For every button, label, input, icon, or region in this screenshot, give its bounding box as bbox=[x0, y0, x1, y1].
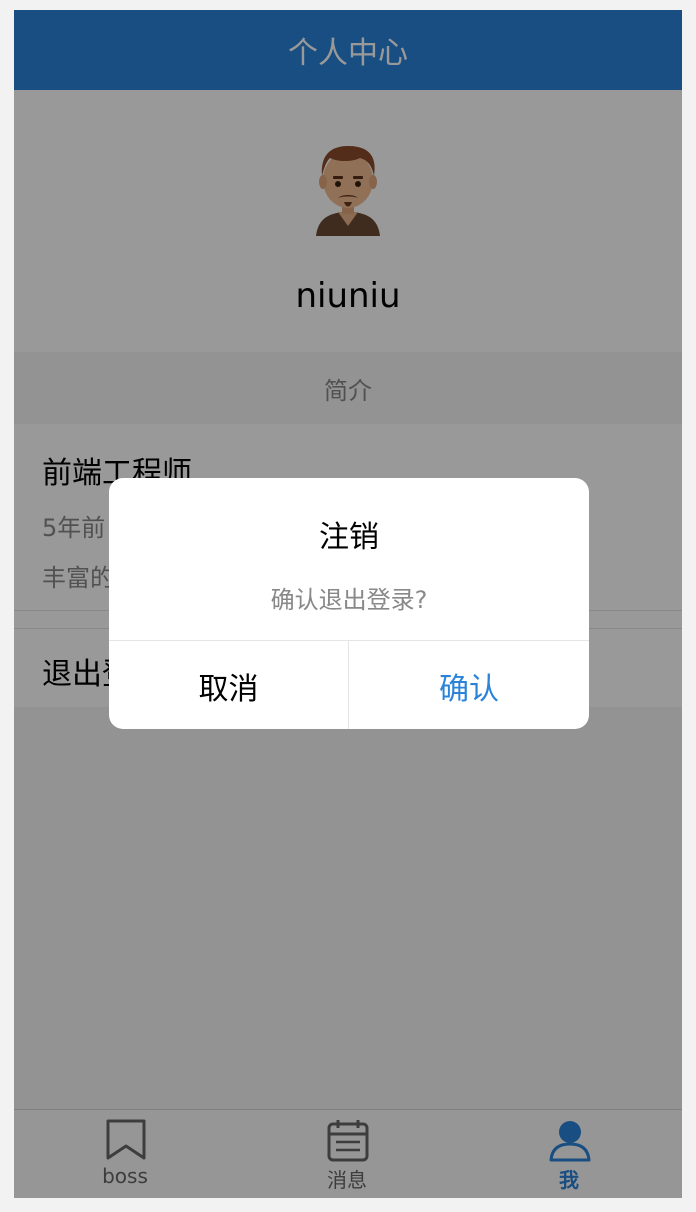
cancel-button[interactable]: 取消 bbox=[109, 641, 349, 729]
dialog-title: 注销 bbox=[319, 520, 379, 555]
confirm-button[interactable]: 确认 bbox=[349, 641, 589, 729]
dialog-message: 确认退出登录? bbox=[270, 586, 428, 614]
dialog-actions: 取消 确认 bbox=[109, 640, 589, 729]
phone-screen: 个人中心 niuniu 简介 前端工程师 5年前 丰富的 退出登 boss 消息… bbox=[14, 10, 682, 1198]
logout-dialog: 注销 确认退出登录? 取消 确认 bbox=[109, 478, 589, 729]
